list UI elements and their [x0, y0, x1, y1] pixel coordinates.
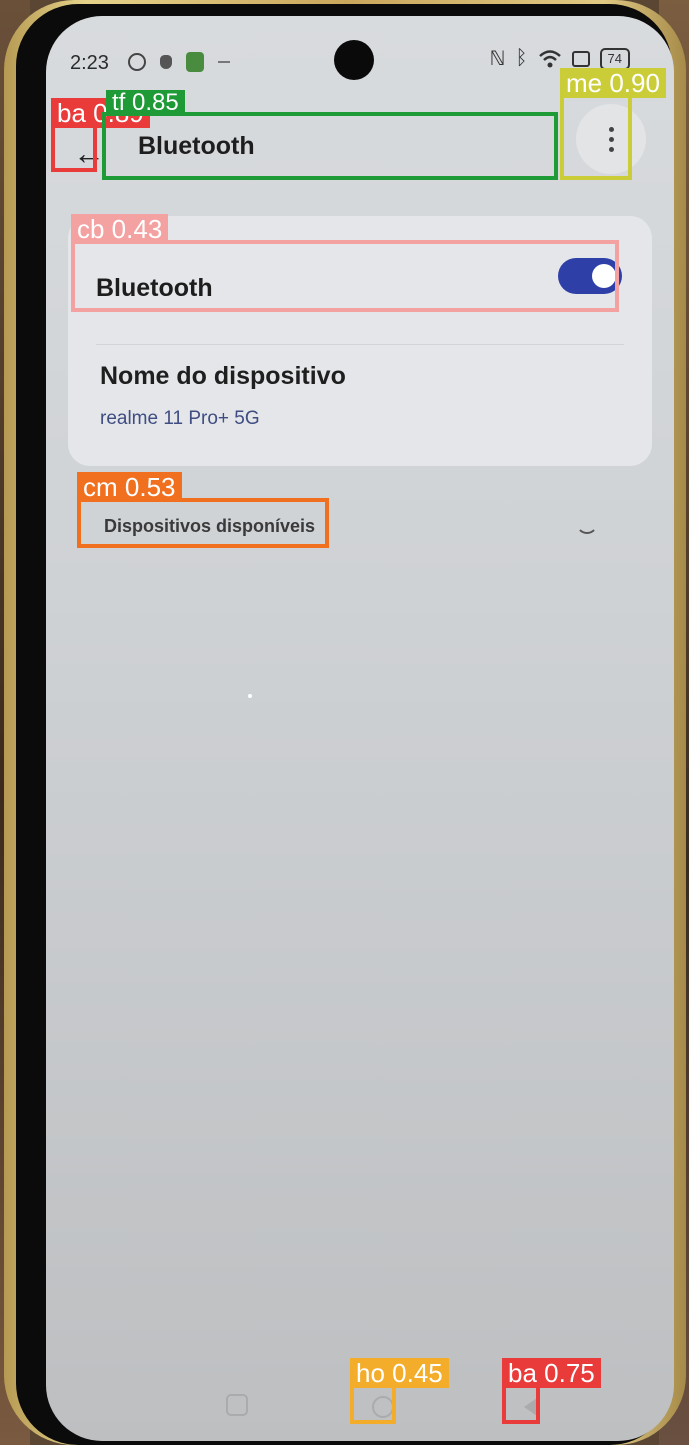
detection-box-home: ho 0.45: [350, 1358, 449, 1424]
recents-button[interactable]: [226, 1394, 248, 1416]
detection-box-back: ba 0.89: [51, 98, 150, 172]
detection-box-section: cm 0.53: [77, 472, 329, 548]
detection-label: ba 0.75: [502, 1358, 601, 1388]
nfc-icon: ℕ: [489, 48, 506, 70]
detection-label: me 0.90: [560, 68, 666, 98]
scanning-spinner-icon: [576, 512, 598, 534]
detection-box-menu: me 0.90: [560, 68, 666, 180]
detection-label: cm 0.53: [77, 472, 182, 502]
status-notification-icons: [128, 52, 230, 72]
device-name-value: realme 11 Pro+ 5G: [100, 408, 260, 429]
screen-speck: [248, 694, 252, 698]
device-name-title[interactable]: Nome do dispositivo: [100, 362, 346, 391]
battery-icon: 74: [599, 47, 630, 70]
detection-label: tf 0.85: [106, 90, 185, 116]
sim-icon: [571, 50, 590, 67]
front-camera: [334, 40, 374, 80]
detection-label: ho 0.45: [350, 1358, 449, 1388]
wifi-icon: [538, 49, 561, 67]
bluetooth-icon: ᛒ: [515, 47, 528, 69]
notification-icon: [128, 53, 146, 71]
app-notification-icon: [186, 52, 204, 72]
notification-icon: [160, 55, 172, 69]
divider: [96, 344, 624, 345]
status-time: 2:23: [70, 52, 109, 74]
detection-box-back-nav: ba 0.75: [502, 1358, 601, 1424]
detection-label: cb 0.43: [71, 214, 169, 244]
detection-box-checkbox: cb 0.43: [71, 214, 619, 312]
detection-box-title: tf 0.85: [102, 90, 558, 180]
dash-icon: [218, 61, 230, 63]
